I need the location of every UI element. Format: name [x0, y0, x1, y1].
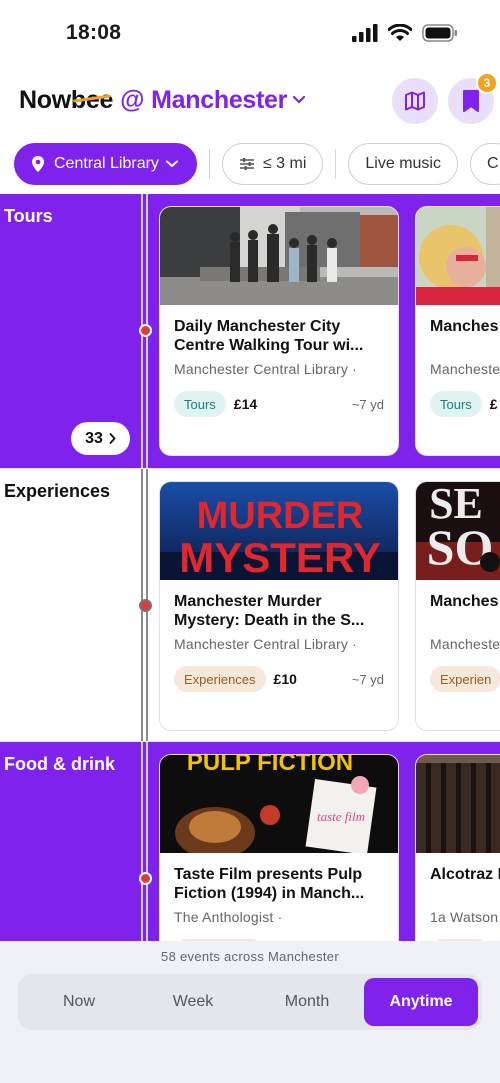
app-screen: 18:08 Now bee @ Manchester 3 Central Lib… — [0, 0, 500, 1083]
live-music-chip[interactable]: Live music — [348, 143, 458, 185]
status-time: 18:08 — [66, 21, 122, 44]
live-music-label: Live music — [365, 155, 441, 172]
event-title: Manchester Murder Mystery: Death in the … — [174, 593, 365, 629]
image-text: taste film — [317, 809, 365, 824]
time-range-panel: 58 events across Manchester Now Week Mon… — [0, 941, 500, 1083]
events-count-label: 58 events across Manchester — [161, 949, 339, 964]
event-image: MURDER MYSTERY — [160, 482, 398, 580]
segment-now[interactable]: Now — [22, 978, 136, 1026]
event-title: Daily Manchester City Centre Walking Tou… — [174, 318, 364, 354]
saved-button[interactable]: 3 — [448, 72, 498, 124]
battery-icon — [422, 24, 457, 42]
event-image: SE SO — [416, 482, 500, 580]
event-title: Manches Conspira — [430, 593, 500, 610]
event-venue: Mancheste — [430, 636, 500, 652]
event-title: Taste Film presents Pulp Fiction (1994) … — [174, 866, 365, 902]
category-tag: Experien — [430, 666, 500, 692]
map-button[interactable] — [392, 78, 438, 124]
timeline-marker — [139, 872, 152, 885]
event-distance: ~7 yd — [351, 671, 384, 687]
location-filter-label: Central Library — [54, 155, 159, 172]
event-image — [416, 207, 500, 305]
category-title: Food & drink — [4, 754, 115, 774]
status-bar: 18:08 — [0, 0, 500, 66]
category-tag: Tours — [174, 391, 226, 417]
location-pin-icon — [32, 156, 44, 172]
event-image: PULP FICTION taste film — [160, 755, 398, 853]
timeline-marker — [139, 599, 152, 612]
app-header: Now bee @ Manchester 3 — [0, 72, 500, 128]
event-venue: The Anthologist · — [174, 909, 283, 925]
event-distance: ~7 yd — [351, 396, 384, 412]
chip-divider — [208, 149, 210, 179]
category-row-experiences: Experiences MURDER MYSTERY Manchester Mu… — [0, 468, 500, 742]
image-text: MYSTERY — [179, 534, 380, 580]
brand-location-selector[interactable]: Now bee @ Manchester — [19, 86, 306, 115]
event-title: Manches Walking — [430, 318, 500, 335]
segment-week[interactable]: Week — [136, 978, 250, 1026]
cellular-signal-icon — [352, 24, 378, 42]
brand-at: @ — [120, 86, 145, 114]
event-venue: Mancheste — [430, 361, 500, 377]
timeline-marker — [139, 324, 152, 337]
event-card[interactable]: SE SO Manches Conspira Mancheste Experie… — [415, 481, 500, 731]
more-events-button[interactable]: 33 — [71, 422, 130, 455]
segment-anytime[interactable]: Anytime — [364, 978, 478, 1026]
brand-logo-prefix: Now — [19, 86, 71, 114]
sliders-icon — [239, 158, 254, 170]
chevron-right-icon — [109, 433, 116, 444]
event-card[interactable]: Daily Manchester City Centre Walking Tou… — [159, 206, 399, 456]
event-price: £10 — [273, 671, 297, 687]
bookmark-icon — [463, 90, 479, 112]
category-chip-label: C — [486, 155, 499, 172]
time-range-segmented-control: Now Week Month Anytime — [18, 974, 482, 1030]
event-venue: Manchester Central Library · — [174, 361, 357, 377]
category-title: Tours — [4, 206, 53, 226]
event-venue: Manchester Central Library · — [174, 636, 357, 652]
more-events-count: 33 — [85, 429, 103, 447]
city-name: Manchester — [151, 86, 288, 114]
segment-month[interactable]: Month — [250, 978, 364, 1026]
category-tag: Tours — [430, 391, 482, 417]
event-price: £ — [489, 396, 498, 412]
map-icon — [405, 91, 425, 111]
chevron-down-icon — [292, 92, 306, 110]
chip-divider — [335, 149, 337, 179]
category-title: Experiences — [4, 481, 111, 501]
image-text: PULP FICTION — [187, 755, 353, 776]
chevron-down-icon — [165, 160, 178, 167]
event-title: Alcotraz Experien — [430, 866, 500, 883]
distance-filter-label: ≤ 3 mi — [262, 155, 307, 172]
event-card[interactable]: Manches Walking Mancheste Tours £ — [415, 206, 500, 456]
event-card[interactable]: MURDER MYSTERY Manchester Murder Mystery… — [159, 481, 399, 731]
category-tag: Experiences — [174, 666, 266, 692]
brand-logo-suffix: bee — [70, 86, 114, 114]
event-venue: 1a Watson — [430, 909, 499, 925]
event-image — [160, 207, 398, 305]
wifi-icon — [388, 24, 412, 41]
event-image — [416, 755, 500, 853]
category-row-tours: Tours 33 Daily Manchester City Centre Wa… — [0, 194, 500, 468]
filter-bar: Central Library ≤ 3 mi Live music C — [14, 143, 500, 185]
saved-count-badge: 3 — [476, 72, 498, 94]
event-price: £14 — [233, 396, 258, 412]
image-text: MURDER — [197, 495, 364, 537]
location-filter-chip[interactable]: Central Library — [14, 143, 197, 185]
category-chip-partial[interactable]: C — [469, 143, 500, 185]
status-icons — [352, 24, 458, 42]
distance-filter-chip[interactable]: ≤ 3 mi — [221, 143, 324, 185]
